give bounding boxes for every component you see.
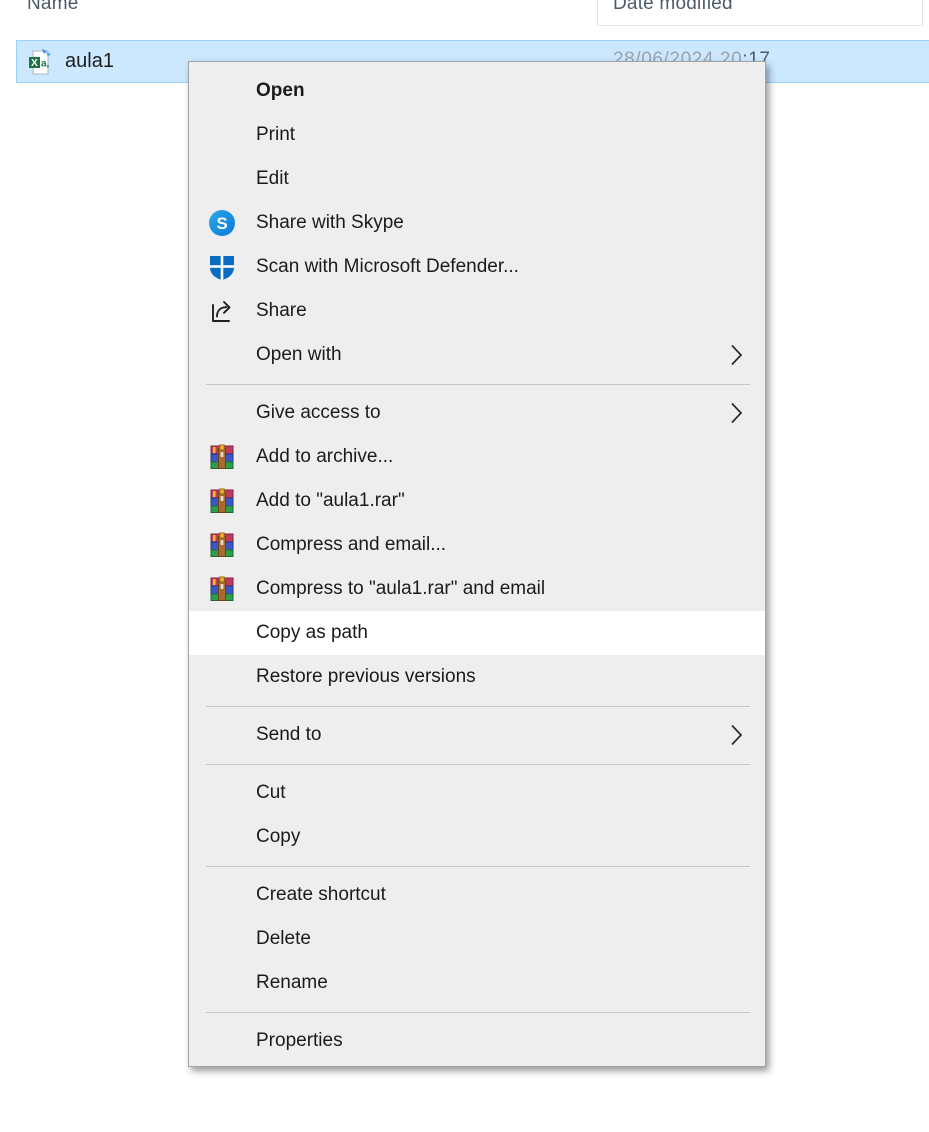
column-header-name[interactable]: Name xyxy=(27,0,78,15)
context-menu: Open Print Edit S Share with Skype Scan wi… xyxy=(188,61,766,1067)
icon-spacer xyxy=(208,969,236,997)
icon-spacer xyxy=(208,121,236,149)
icon-spacer xyxy=(208,925,236,953)
winrar-icon xyxy=(208,443,236,471)
menu-item-label: Create shortcut xyxy=(256,884,386,906)
icon-spacer xyxy=(208,779,236,807)
file-name-label: aula1 xyxy=(65,50,114,73)
menu-item-label: Add to archive... xyxy=(256,446,393,468)
excel-file-icon: X a, xyxy=(27,48,53,76)
menu-item-label: Properties xyxy=(256,1030,343,1052)
svg-text:X: X xyxy=(31,58,38,69)
column-divider[interactable] xyxy=(922,0,923,26)
menu-item-label: Share with Skype xyxy=(256,212,404,234)
menu-item-open[interactable]: Open xyxy=(189,69,765,113)
menu-item-label: Scan with Microsoft Defender... xyxy=(256,256,519,278)
menu-item-label: Copy xyxy=(256,826,300,848)
menu-separator xyxy=(189,757,765,771)
menu-item-create-shortcut[interactable]: Create shortcut xyxy=(189,873,765,917)
menu-separator xyxy=(189,699,765,713)
icon-spacer xyxy=(208,619,236,647)
menu-item-share-with-skype[interactable]: S Share with Skype xyxy=(189,201,765,245)
menu-item-edit[interactable]: Edit xyxy=(189,157,765,201)
menu-item-label: Add to "aula1.rar" xyxy=(256,490,405,512)
icon-spacer xyxy=(208,77,236,105)
menu-item-label: Print xyxy=(256,124,295,146)
icon-spacer xyxy=(208,341,236,369)
menu-item-label: Delete xyxy=(256,928,311,950)
menu-item-print[interactable]: Print xyxy=(189,113,765,157)
header-underline xyxy=(597,25,922,26)
icon-spacer xyxy=(208,1027,236,1055)
icon-spacer xyxy=(208,881,236,909)
menu-item-open-with[interactable]: Open with xyxy=(189,333,765,377)
menu-item-label: Give access to xyxy=(256,402,381,424)
defender-icon xyxy=(208,253,236,281)
menu-item-delete[interactable]: Delete xyxy=(189,917,765,961)
menu-item-compress-and-email[interactable]: Compress and email... xyxy=(189,523,765,567)
menu-item-copy-as-path[interactable]: Copy as path xyxy=(189,611,765,655)
menu-item-label: Open with xyxy=(256,344,342,366)
menu-item-give-access-to[interactable]: Give access to xyxy=(189,391,765,435)
menu-item-cut[interactable]: Cut xyxy=(189,771,765,815)
menu-item-label: Copy as path xyxy=(256,622,368,644)
icon-spacer xyxy=(208,663,236,691)
menu-item-add-to-aula1-rar[interactable]: Add to "aula1.rar" xyxy=(189,479,765,523)
menu-item-label: Cut xyxy=(256,782,286,804)
icon-spacer xyxy=(208,823,236,851)
winrar-icon xyxy=(208,531,236,559)
svg-text:S: S xyxy=(216,214,227,233)
menu-item-label: Compress and email... xyxy=(256,534,446,556)
skype-icon: S xyxy=(208,209,236,237)
menu-item-send-to[interactable]: Send to xyxy=(189,713,765,757)
menu-item-rename[interactable]: Rename xyxy=(189,961,765,1005)
menu-item-label: Restore previous versions xyxy=(256,666,476,688)
column-divider[interactable] xyxy=(597,0,598,26)
icon-spacer xyxy=(208,399,236,427)
icon-spacer xyxy=(208,165,236,193)
menu-item-compress-to-aula1-rar-and-email[interactable]: Compress to "aula1.rar" and email xyxy=(189,567,765,611)
chevron-right-icon xyxy=(730,402,743,425)
menu-item-label: Share xyxy=(256,300,307,322)
menu-item-label: Open xyxy=(256,80,305,102)
menu-item-restore-previous-versions[interactable]: Restore previous versions xyxy=(189,655,765,699)
menu-item-label: Compress to "aula1.rar" and email xyxy=(256,578,545,600)
menu-item-add-to-archive[interactable]: Add to archive... xyxy=(189,435,765,479)
chevron-right-icon xyxy=(730,344,743,367)
svg-text:a,: a, xyxy=(41,59,50,70)
winrar-icon xyxy=(208,487,236,515)
column-header-date-modified[interactable]: Date modified xyxy=(613,0,733,15)
menu-item-scan-with-microsoft-defender[interactable]: Scan with Microsoft Defender... xyxy=(189,245,765,289)
menu-separator xyxy=(189,1005,765,1019)
menu-item-copy[interactable]: Copy xyxy=(189,815,765,859)
menu-item-label: Send to xyxy=(256,724,322,746)
chevron-right-icon xyxy=(730,724,743,747)
menu-separator xyxy=(189,377,765,391)
menu-item-label: Edit xyxy=(256,168,289,190)
winrar-icon xyxy=(208,575,236,603)
menu-separator xyxy=(189,859,765,873)
menu-item-label: Rename xyxy=(256,972,328,994)
share-icon xyxy=(208,297,236,325)
menu-item-properties[interactable]: Properties xyxy=(189,1019,765,1063)
icon-spacer xyxy=(208,721,236,749)
menu-item-share[interactable]: Share xyxy=(189,289,765,333)
